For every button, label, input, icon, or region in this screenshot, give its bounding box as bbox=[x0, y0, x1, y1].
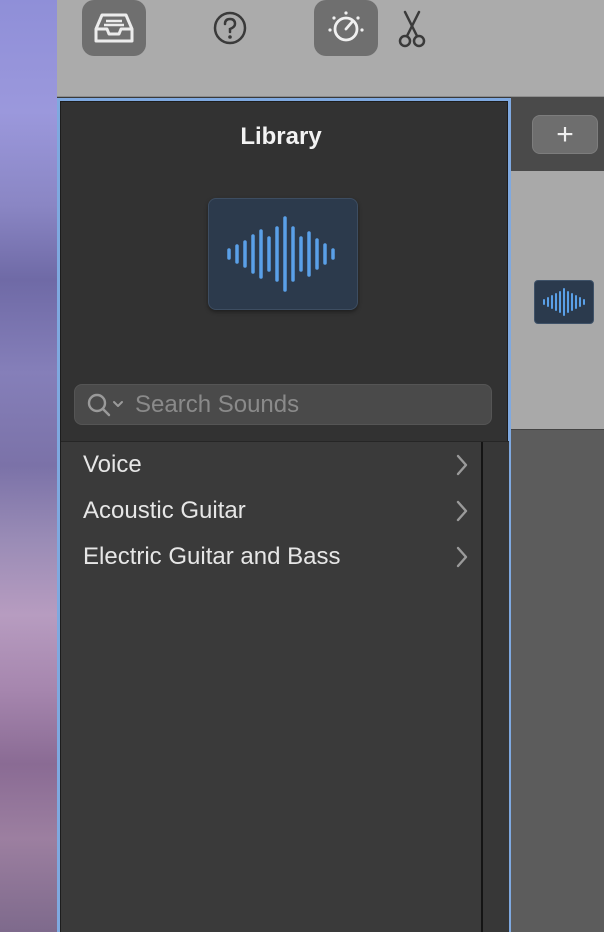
help-button[interactable] bbox=[198, 0, 262, 56]
library-waveform-tile bbox=[208, 198, 358, 310]
main-toolbar bbox=[57, 0, 604, 97]
list-side-gutter bbox=[483, 442, 509, 932]
help-icon bbox=[212, 10, 248, 46]
library-item-voice[interactable]: Voice bbox=[61, 442, 481, 488]
library-panel-inner: Library Search Sounds Voice Acoustic Gui… bbox=[60, 101, 509, 932]
library-category-list: Voice Acoustic Guitar Electric Guitar an… bbox=[61, 442, 481, 932]
inbox-tray-icon bbox=[94, 11, 134, 45]
search-icon[interactable] bbox=[87, 392, 135, 418]
track-icon[interactable] bbox=[534, 280, 594, 324]
library-item-label: Electric Guitar and Bass bbox=[83, 543, 341, 570]
library-item-acoustic-guitar[interactable]: Acoustic Guitar bbox=[61, 488, 481, 534]
scissors-icon bbox=[397, 8, 427, 48]
waveform-icon bbox=[543, 288, 585, 316]
chevron-right-icon bbox=[455, 454, 469, 483]
chevron-right-icon bbox=[455, 500, 469, 529]
smart-controls-button[interactable] bbox=[314, 0, 378, 56]
tuner-knob-icon bbox=[326, 8, 366, 48]
desktop-wallpaper bbox=[0, 0, 57, 932]
search-input[interactable] bbox=[135, 390, 475, 419]
library-title: Library bbox=[240, 123, 322, 150]
waveform-icon bbox=[227, 216, 335, 292]
editors-button[interactable] bbox=[380, 0, 444, 56]
tracks-empty-area[interactable] bbox=[511, 429, 604, 932]
library-item-electric-guitar-and-bass[interactable]: Electric Guitar and Bass bbox=[61, 534, 481, 580]
library-item-label: Voice bbox=[83, 451, 142, 478]
library-item-label: Acoustic Guitar bbox=[83, 497, 246, 524]
add-track-label: + bbox=[556, 117, 574, 151]
library-panel: Library Search Sounds Voice Acoustic Gui… bbox=[57, 98, 511, 932]
add-track-button[interactable]: + bbox=[532, 115, 598, 154]
chevron-right-icon bbox=[455, 546, 469, 575]
library-toggle-button[interactable] bbox=[82, 0, 146, 56]
search-sounds-field[interactable] bbox=[74, 384, 492, 425]
